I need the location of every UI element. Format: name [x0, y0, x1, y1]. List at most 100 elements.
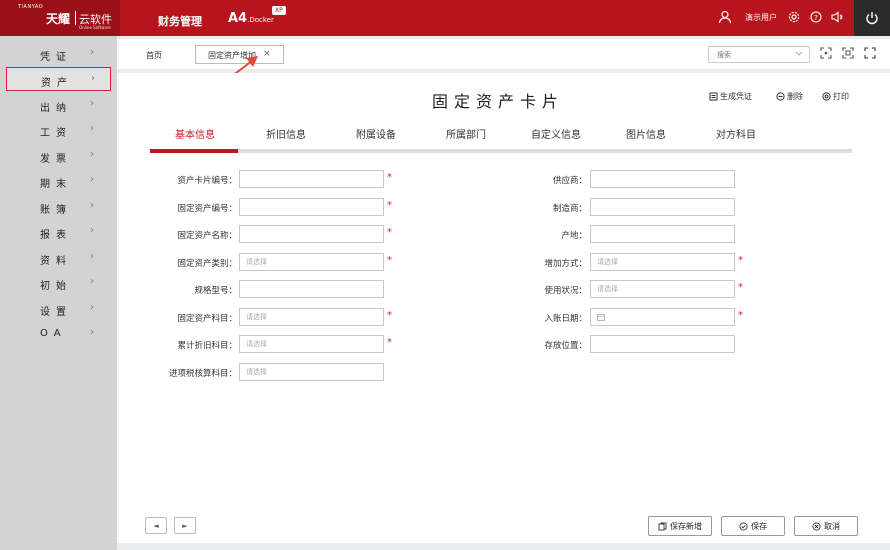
sidebar-item-label: OA — [40, 328, 67, 339]
sidebar-item-label: 报表 — [40, 230, 72, 241]
tab-custom-info[interactable]: 自定义信息 — [531, 126, 581, 141]
chevron-right-icon: › — [90, 327, 94, 338]
sidebar-item-period-end[interactable]: 期末 › — [6, 169, 111, 193]
xp-badge: XP — [272, 6, 286, 15]
generate-voucher-label: 生成凭证 — [720, 92, 752, 101]
sidebar-item-label: 出纳 — [40, 103, 72, 114]
tab-department[interactable]: 所属部门 — [446, 126, 486, 141]
sidebar-item-label: 工资 — [40, 128, 72, 139]
username[interactable]: 演示用户 — [745, 12, 777, 23]
delete-button[interactable]: 删除 — [776, 91, 803, 102]
tab-image-info[interactable]: 图片信息 — [626, 126, 666, 141]
field-label: 入账日期： — [544, 314, 587, 324]
add-method-select[interactable]: 请选择 — [590, 253, 735, 271]
field-label: 存放位置： — [544, 341, 587, 351]
fixed-asset-name-input[interactable] — [239, 225, 384, 243]
field-label: 供应商： — [552, 176, 587, 186]
sidebar-item-label: 期末 — [40, 179, 72, 190]
logo[interactable]: TIANYAO 天耀 云软件 Online Software — [0, 0, 120, 36]
sidebar-item-assets[interactable]: 资产 › — [6, 67, 111, 91]
required-mark: * — [387, 255, 392, 266]
focus-icon[interactable] — [820, 47, 832, 59]
sidebar-item-data[interactable]: 资料 › — [6, 246, 111, 270]
sidebar-item-payroll[interactable]: 工资 › — [6, 118, 111, 142]
sidebar-item-oa[interactable]: OA › — [6, 322, 111, 346]
cancel-circle-icon — [812, 521, 821, 531]
logo-sub: Online Software — [79, 25, 111, 30]
supplier-input[interactable] — [590, 170, 735, 188]
power-icon — [866, 12, 878, 25]
fixed-asset-category-select[interactable]: 请选择 — [239, 253, 384, 271]
accumulated-depreciation-account-select[interactable]: 请选择 — [239, 335, 384, 353]
required-mark: * — [738, 282, 743, 293]
field-label: 使用状况： — [544, 286, 587, 296]
field-label: 进项税核算科目： — [168, 369, 237, 379]
print-icon — [822, 92, 831, 101]
required-mark: * — [738, 310, 743, 321]
save-button[interactable]: 保存 — [721, 516, 785, 536]
save-new-button[interactable]: 保存新增 — [648, 516, 712, 536]
field-label: 固定资产科目： — [177, 314, 237, 324]
help-icon[interactable]: ? — [810, 11, 824, 25]
calendar-icon — [597, 314, 605, 321]
manufacturer-input[interactable] — [590, 198, 735, 216]
chevron-right-icon: › — [91, 73, 95, 84]
sidebar-item-voucher[interactable]: 凭证 › — [6, 42, 111, 66]
chevron-right-icon: › — [90, 123, 94, 134]
chevron-right-icon: › — [90, 98, 94, 109]
expand-icon[interactable] — [842, 47, 854, 59]
generate-voucher-button[interactable]: 生成凭证 — [709, 91, 752, 102]
speaker-icon[interactable] — [831, 11, 845, 25]
field-label: 规格型号： — [194, 286, 237, 296]
cancel-button[interactable]: 取消 — [794, 516, 858, 536]
product-main: A4 — [228, 11, 248, 26]
print-button[interactable]: 打印 — [822, 91, 849, 102]
sidebar-item-label: 账簿 — [40, 205, 72, 216]
product-name: A4.Docker — [228, 11, 274, 26]
usage-status-select[interactable]: 请选择 — [590, 280, 735, 298]
user-icon[interactable] — [718, 10, 732, 24]
fullscreen-icon[interactable] — [864, 47, 876, 59]
delete-icon — [776, 92, 785, 101]
tab-home[interactable]: 首页 — [146, 50, 162, 61]
delete-label: 删除 — [787, 92, 803, 101]
top-header: TIANYAO 天耀 云软件 Online Software 财务管理 A4.D… — [0, 0, 890, 36]
prev-button[interactable]: ◄ — [145, 517, 167, 534]
voucher-icon — [709, 92, 718, 101]
svg-text:?: ? — [814, 14, 818, 22]
field-label: 固定资产名称： — [177, 231, 237, 241]
tab-basic-info[interactable]: 基本信息 — [175, 126, 215, 141]
field-label: 制造商： — [552, 204, 587, 214]
next-button[interactable]: ► — [174, 517, 196, 534]
chevron-right-icon: › — [90, 47, 94, 58]
posting-date-input[interactable] — [590, 308, 735, 326]
card-subtabs: 基本信息 折旧信息 附属设备 所属部门 自定义信息 图片信息 对方科目 — [150, 122, 852, 153]
logo-divider — [75, 11, 76, 25]
sidebar-item-cashier[interactable]: 出纳 › — [6, 93, 111, 117]
input-tax-account-select[interactable]: 请选择 — [239, 363, 384, 381]
fixed-asset-number-input[interactable] — [239, 198, 384, 216]
copy-icon — [658, 522, 667, 530]
origin-input[interactable] — [590, 225, 735, 243]
sidebar-item-init[interactable]: 初始 › — [6, 271, 111, 295]
required-mark: * — [387, 200, 392, 211]
print-label: 打印 — [833, 92, 849, 101]
sidebar-item-settings[interactable]: 设置 › — [6, 297, 111, 321]
sidebar-item-invoice[interactable]: 发票 › — [6, 144, 111, 168]
tab-depreciation-info[interactable]: 折旧信息 — [266, 126, 306, 141]
spec-model-input[interactable] — [239, 280, 384, 298]
logo-brand: 天耀 — [46, 12, 71, 26]
chevron-right-icon: › — [90, 225, 94, 236]
search-select[interactable] — [708, 46, 810, 63]
settings-icon[interactable] — [788, 11, 802, 25]
logout-button[interactable] — [854, 0, 890, 36]
tab-attached-equipment[interactable]: 附属设备 — [356, 126, 396, 141]
sidebar-item-ledger[interactable]: 账簿 › — [6, 195, 111, 219]
search-input[interactable] — [709, 47, 789, 62]
storage-location-input[interactable] — [590, 335, 735, 353]
asset-card-number-input[interactable] — [239, 170, 384, 188]
sidebar-item-reports[interactable]: 报表 › — [6, 220, 111, 244]
tab-counter-account[interactable]: 对方科目 — [716, 126, 756, 141]
fixed-asset-account-select[interactable]: 请选择 — [239, 308, 384, 326]
close-icon[interactable]: × — [263, 49, 271, 59]
